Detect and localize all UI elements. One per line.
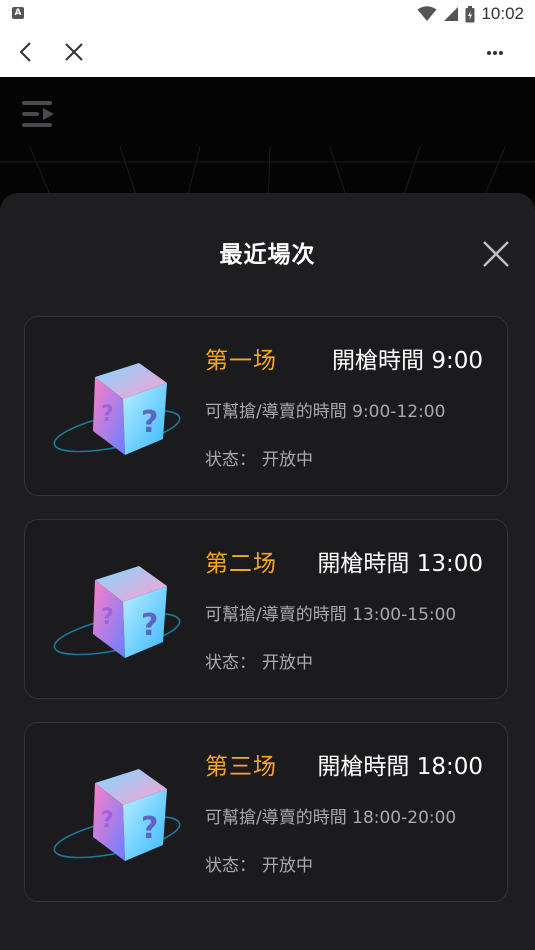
more-horizontal-icon[interactable] (485, 41, 509, 65)
close-icon[interactable] (62, 40, 86, 64)
session-card[interactable]: ? ? 第二场 開槍時間 13:00 可幫搶/導賣的時間 13:00-15:00… (24, 519, 508, 699)
status-indicators: 10:02 (417, 4, 524, 24)
wifi-icon (417, 6, 437, 21)
session-window: 可幫搶/導賣的時間 13:00-15:00 (205, 605, 457, 625)
mystery-box-icon: ? ? (53, 363, 181, 455)
session-status: 状态： 开放中 (205, 445, 313, 470)
session-open-time: 開槍時間 18:00 (317, 754, 483, 780)
session-name: 第一场 (205, 348, 277, 374)
chevron-left-icon[interactable] (14, 40, 38, 64)
session-status: 状态： 开放中 (205, 648, 313, 673)
session-name: 第三场 (205, 754, 277, 780)
session-card[interactable]: ? ? 第一场 開槍時間 9:00 可幫搶/導賣的時間 9:00-12:00 状… (24, 316, 508, 496)
svg-text:?: ? (141, 608, 158, 643)
svg-text:?: ? (101, 605, 114, 630)
session-window: 可幫搶/導賣的時間 9:00-12:00 (205, 402, 446, 422)
mystery-box-icon: ? ? (53, 769, 181, 861)
menu-play-icon[interactable] (22, 97, 56, 131)
signal-icon (444, 7, 459, 21)
status-value: 开放中 (262, 653, 313, 673)
svg-text:?: ? (101, 402, 114, 427)
session-open-time: 開槍時間 9:00 (332, 348, 483, 374)
recent-sessions-sheet: 最近場次 ? ? 第一场 開槍時間 9:00 可幫搶/導賣的時間 9:00-12… (0, 193, 535, 950)
session-card[interactable]: ? ? 第三场 開槍時間 18:00 可幫搶/導賣的時間 18:00-20:00… (24, 722, 508, 902)
mystery-box-icon: ? ? (53, 566, 181, 658)
app-notification-icon: A (12, 7, 24, 19)
svg-text:?: ? (141, 811, 158, 846)
status-label: 状态： (205, 653, 256, 673)
close-icon[interactable] (481, 239, 511, 269)
session-name: 第二场 (205, 551, 277, 577)
svg-text:?: ? (141, 405, 158, 440)
session-window: 可幫搶/導賣的時間 18:00-20:00 (205, 808, 457, 828)
battery-icon (465, 5, 475, 22)
status-value: 开放中 (262, 450, 313, 470)
status-label: 状态： (205, 856, 256, 876)
svg-text:?: ? (101, 808, 114, 833)
status-value: 开放中 (262, 856, 313, 876)
session-open-time: 開槍時間 13:00 (317, 551, 483, 577)
webview-nav-bar (0, 28, 535, 77)
status-label: 状态： (205, 450, 256, 470)
session-status: 状态： 开放中 (205, 851, 313, 876)
status-bar: A 10:02 (0, 0, 535, 28)
clock: 10:02 (481, 4, 524, 23)
sheet-title: 最近場次 (219, 242, 316, 268)
